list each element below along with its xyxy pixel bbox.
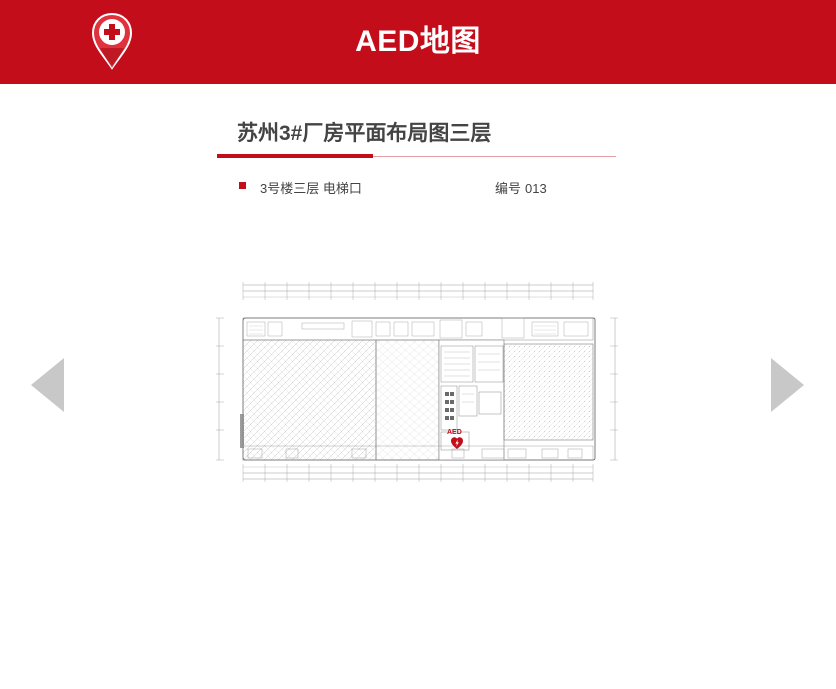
aed-heart-icon[interactable] <box>450 436 464 450</box>
next-arrow-button[interactable] <box>769 356 807 414</box>
serial-value: 013 <box>525 181 547 196</box>
chevron-right-icon <box>771 358 804 412</box>
chevron-left-icon <box>31 358 64 412</box>
floor-plan-drawing <box>216 282 618 482</box>
serial-label: 编号 <box>495 181 522 196</box>
location-text: 3号楼三层 电梯口 <box>260 181 362 196</box>
title-underline-accent <box>217 154 373 158</box>
floor-plan-title: 苏州3#厂房平面布局图三层 <box>237 122 492 145</box>
aed-marker-label: AED <box>447 429 462 436</box>
serial-number: 编号 013 <box>495 178 551 197</box>
app-header: AED地图 <box>0 0 836 84</box>
prev-arrow-button[interactable] <box>28 356 66 414</box>
app-title: AED地图 <box>355 25 481 58</box>
location-bullet <box>239 182 246 189</box>
